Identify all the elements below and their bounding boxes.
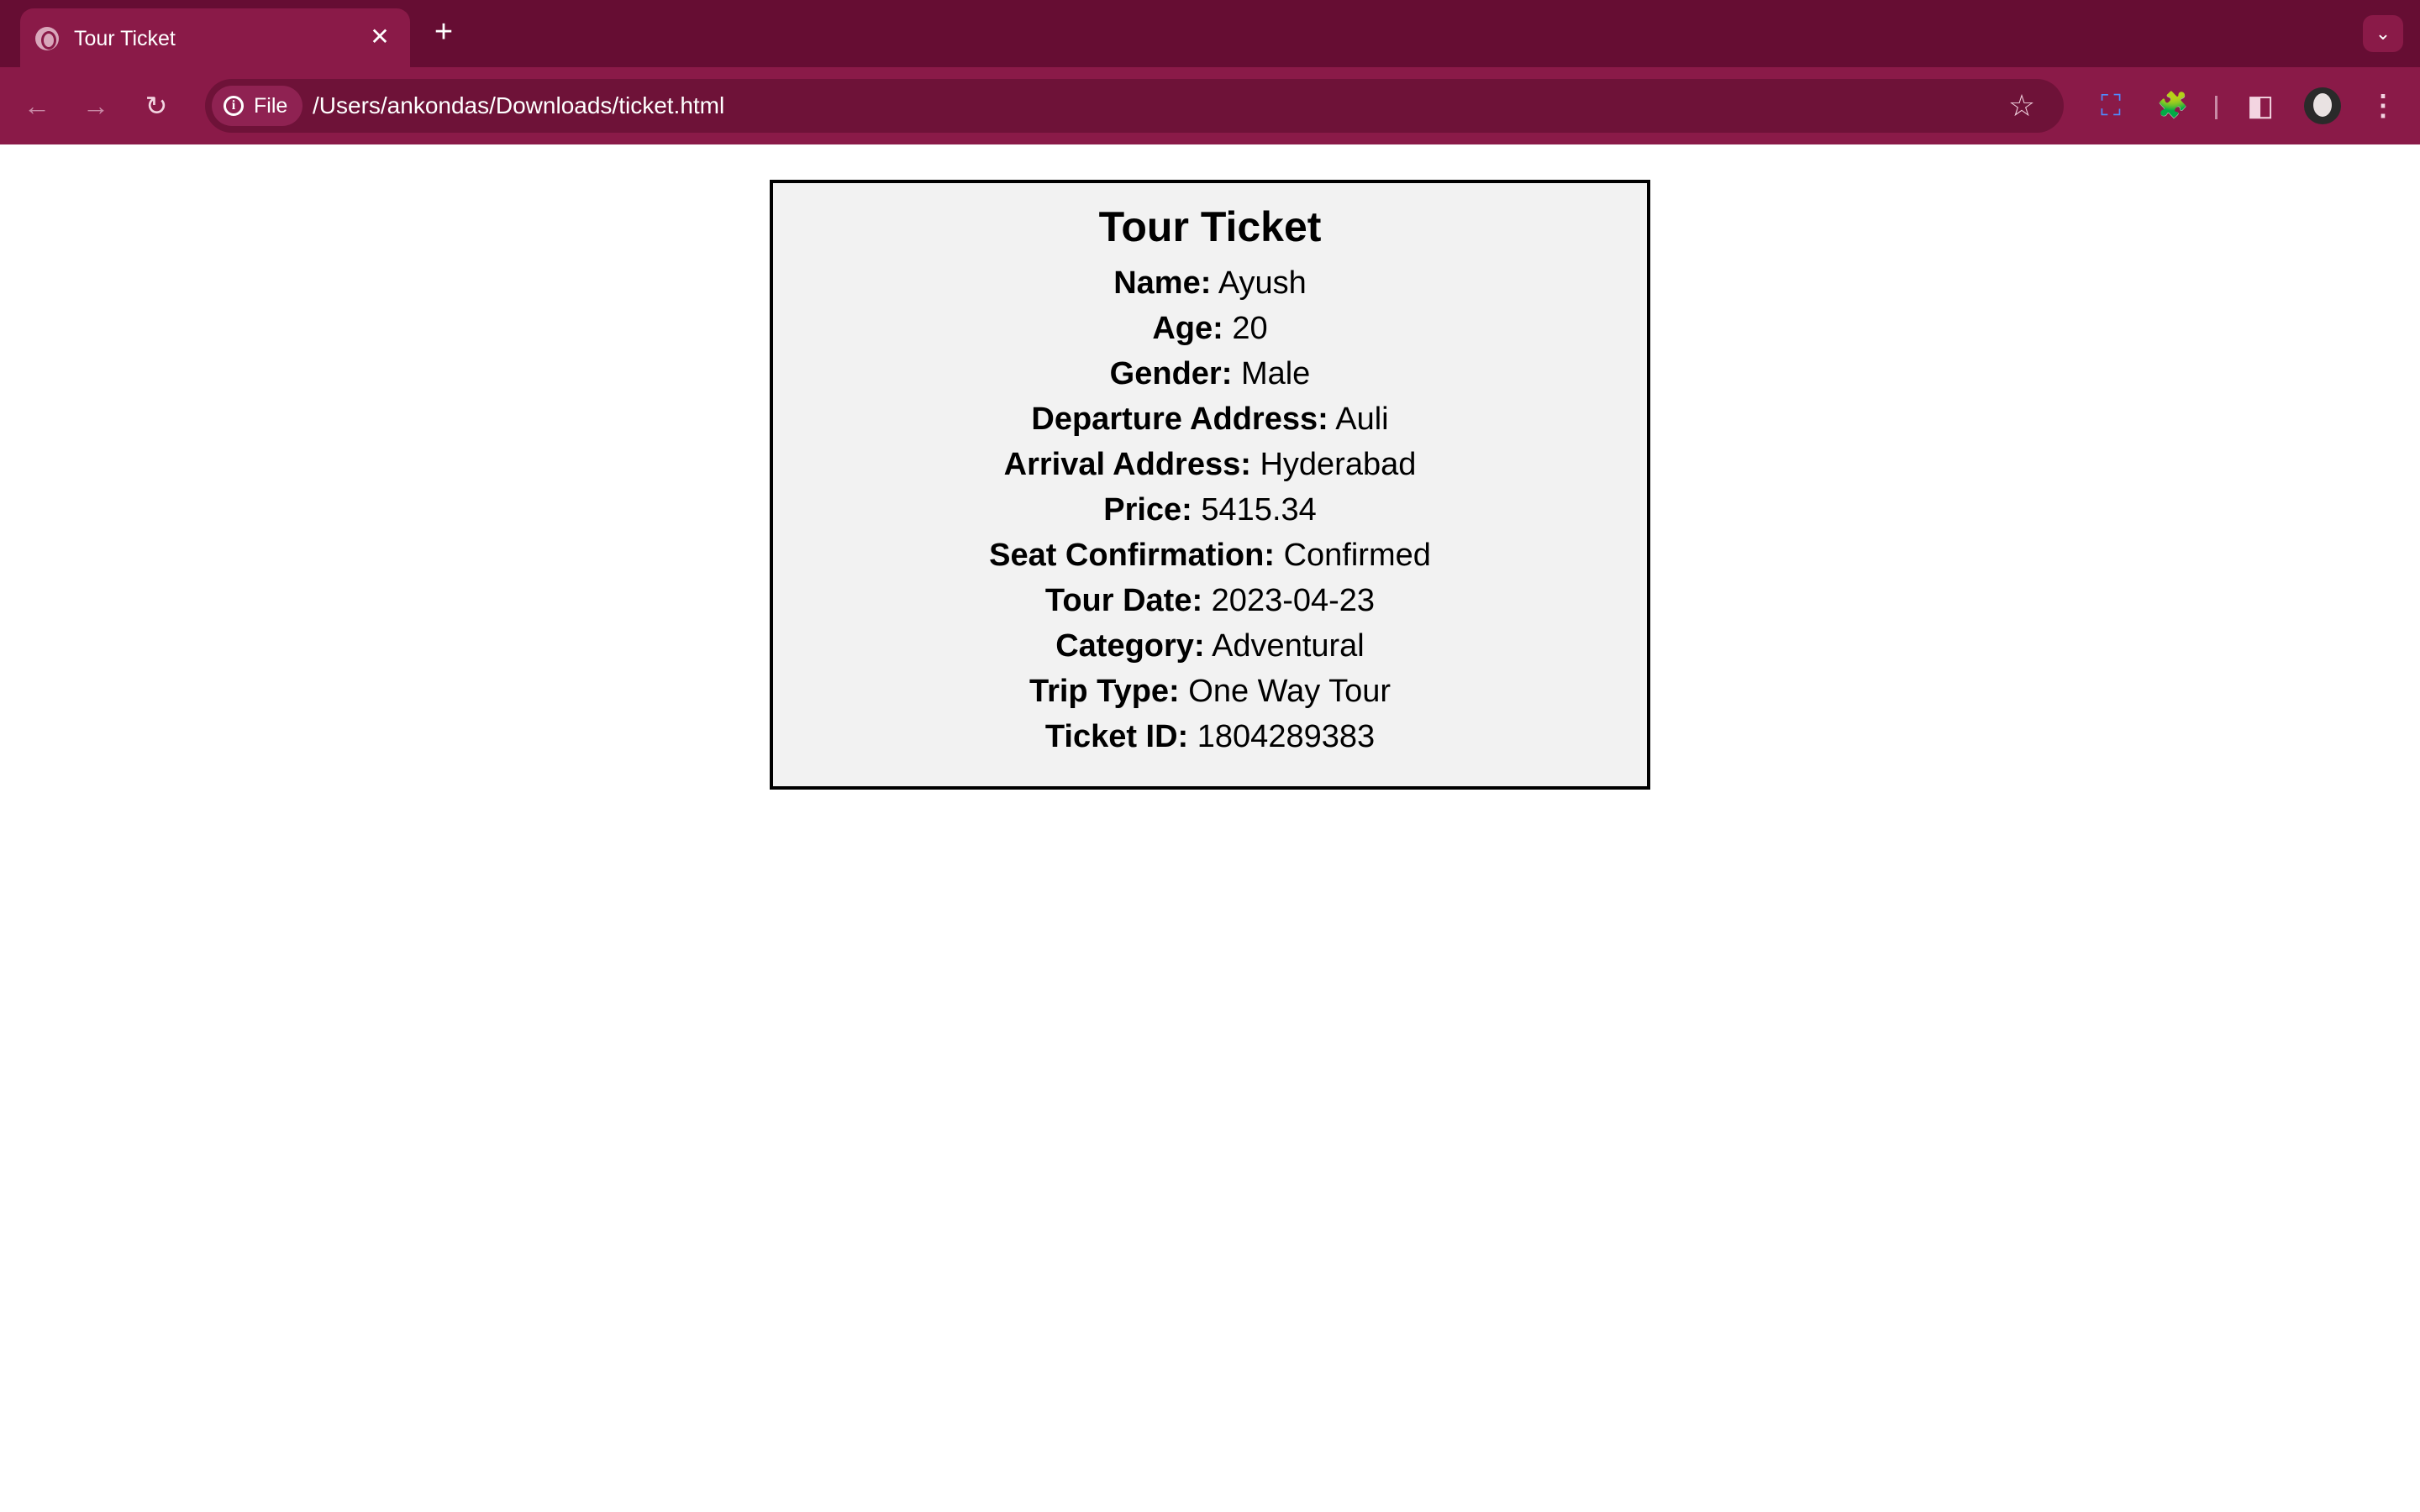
field-label: Ticket ID: <box>1044 719 1189 754</box>
field-label: Name: <box>1113 265 1212 301</box>
field-value: Adventural <box>1212 628 1365 664</box>
site-info-label: File <box>254 94 288 118</box>
field-value: Auli <box>1335 402 1389 437</box>
field-label: Age: <box>1152 311 1223 346</box>
field-label: Gender: <box>1109 356 1233 391</box>
ticket-title: Tour Ticket <box>1098 203 1322 250</box>
ticket-row-departure: Departure Address: Auli <box>773 396 1647 442</box>
ticket-row-category: Category: Adventural <box>773 623 1647 669</box>
back-icon[interactable]: ← <box>17 86 57 126</box>
field-value: Hyderabad <box>1260 447 1417 482</box>
ticket-row-seat: Seat Confirmation: Confirmed <box>773 533 1647 578</box>
screenshot-icon[interactable]: ⛶ <box>2091 86 2131 126</box>
field-label: Price: <box>1103 492 1192 528</box>
toolbar-divider <box>2215 96 2217 119</box>
field-value: Confirmed <box>1283 538 1431 573</box>
tab-tour-ticket[interactable]: Tour Ticket ✕ <box>20 8 410 67</box>
field-label: Category: <box>1055 628 1205 664</box>
ticket-row-age: Age: 20 <box>773 306 1647 351</box>
forward-icon[interactable]: → <box>76 86 116 126</box>
info-icon: i <box>224 96 244 116</box>
field-value: One Way Tour <box>1188 674 1392 709</box>
field-value: 1804289383 <box>1197 719 1376 754</box>
ticket-row-arrival: Arrival Address: Hyderabad <box>773 442 1647 487</box>
tab-strip: Tour Ticket ✕ + ⌄ <box>0 0 2420 67</box>
field-label: Arrival Address: <box>1003 447 1251 482</box>
field-label: Trip Type: <box>1028 674 1180 709</box>
field-value: 20 <box>1232 311 1268 346</box>
ticket-row-gender: Gender: Male <box>773 351 1647 396</box>
ticket-row-price: Price: 5415.34 <box>773 487 1647 533</box>
field-value: Ayush <box>1218 265 1307 301</box>
extensions-icon[interactable]: 🧩 <box>2153 86 2193 126</box>
field-label: Departure Address: <box>1031 402 1328 437</box>
ticket-row-trip-type: Trip Type: One Way Tour <box>773 669 1647 714</box>
bookmark-star-icon[interactable]: ☆ <box>2002 86 2042 126</box>
field-value: 2023-04-23 <box>1211 583 1376 618</box>
ticket-card: Tour Ticket Name: Ayush Age: 20 Gender: … <box>770 180 1650 790</box>
field-label: Tour Date: <box>1044 583 1203 618</box>
reload-icon[interactable]: ↻ <box>136 86 176 126</box>
ticket-row-ticket-id: Ticket ID: 1804289383 <box>773 714 1647 759</box>
field-value: Male <box>1240 356 1311 391</box>
tab-search-button[interactable]: ⌄ <box>2363 15 2403 52</box>
close-tab-icon[interactable]: ✕ <box>365 22 395 52</box>
site-info-button[interactable]: i File <box>212 86 303 126</box>
profile-avatar[interactable] <box>2304 87 2341 124</box>
field-label: Seat Confirmation: <box>989 538 1276 573</box>
url-text[interactable]: /Users/ankondas/Downloads/ticket.html <box>313 79 724 133</box>
browser-toolbar: ← → ↻ i File /Users/ankondas/Downloads/t… <box>0 67 2420 144</box>
new-tab-button[interactable]: + <box>427 15 460 49</box>
globe-icon <box>35 27 59 50</box>
side-panel-icon[interactable]: ◧ <box>2240 86 2281 126</box>
ticket-row-name: Name: Ayush <box>773 260 1647 306</box>
menu-icon[interactable]: ⋮ <box>2363 86 2403 126</box>
address-bar[interactable]: i File /Users/ankondas/Downloads/ticket.… <box>205 79 2064 133</box>
tab-title: Tour Ticket <box>74 27 176 50</box>
field-value: 5415.34 <box>1201 492 1317 528</box>
ticket-row-date: Tour Date: 2023-04-23 <box>773 578 1647 623</box>
